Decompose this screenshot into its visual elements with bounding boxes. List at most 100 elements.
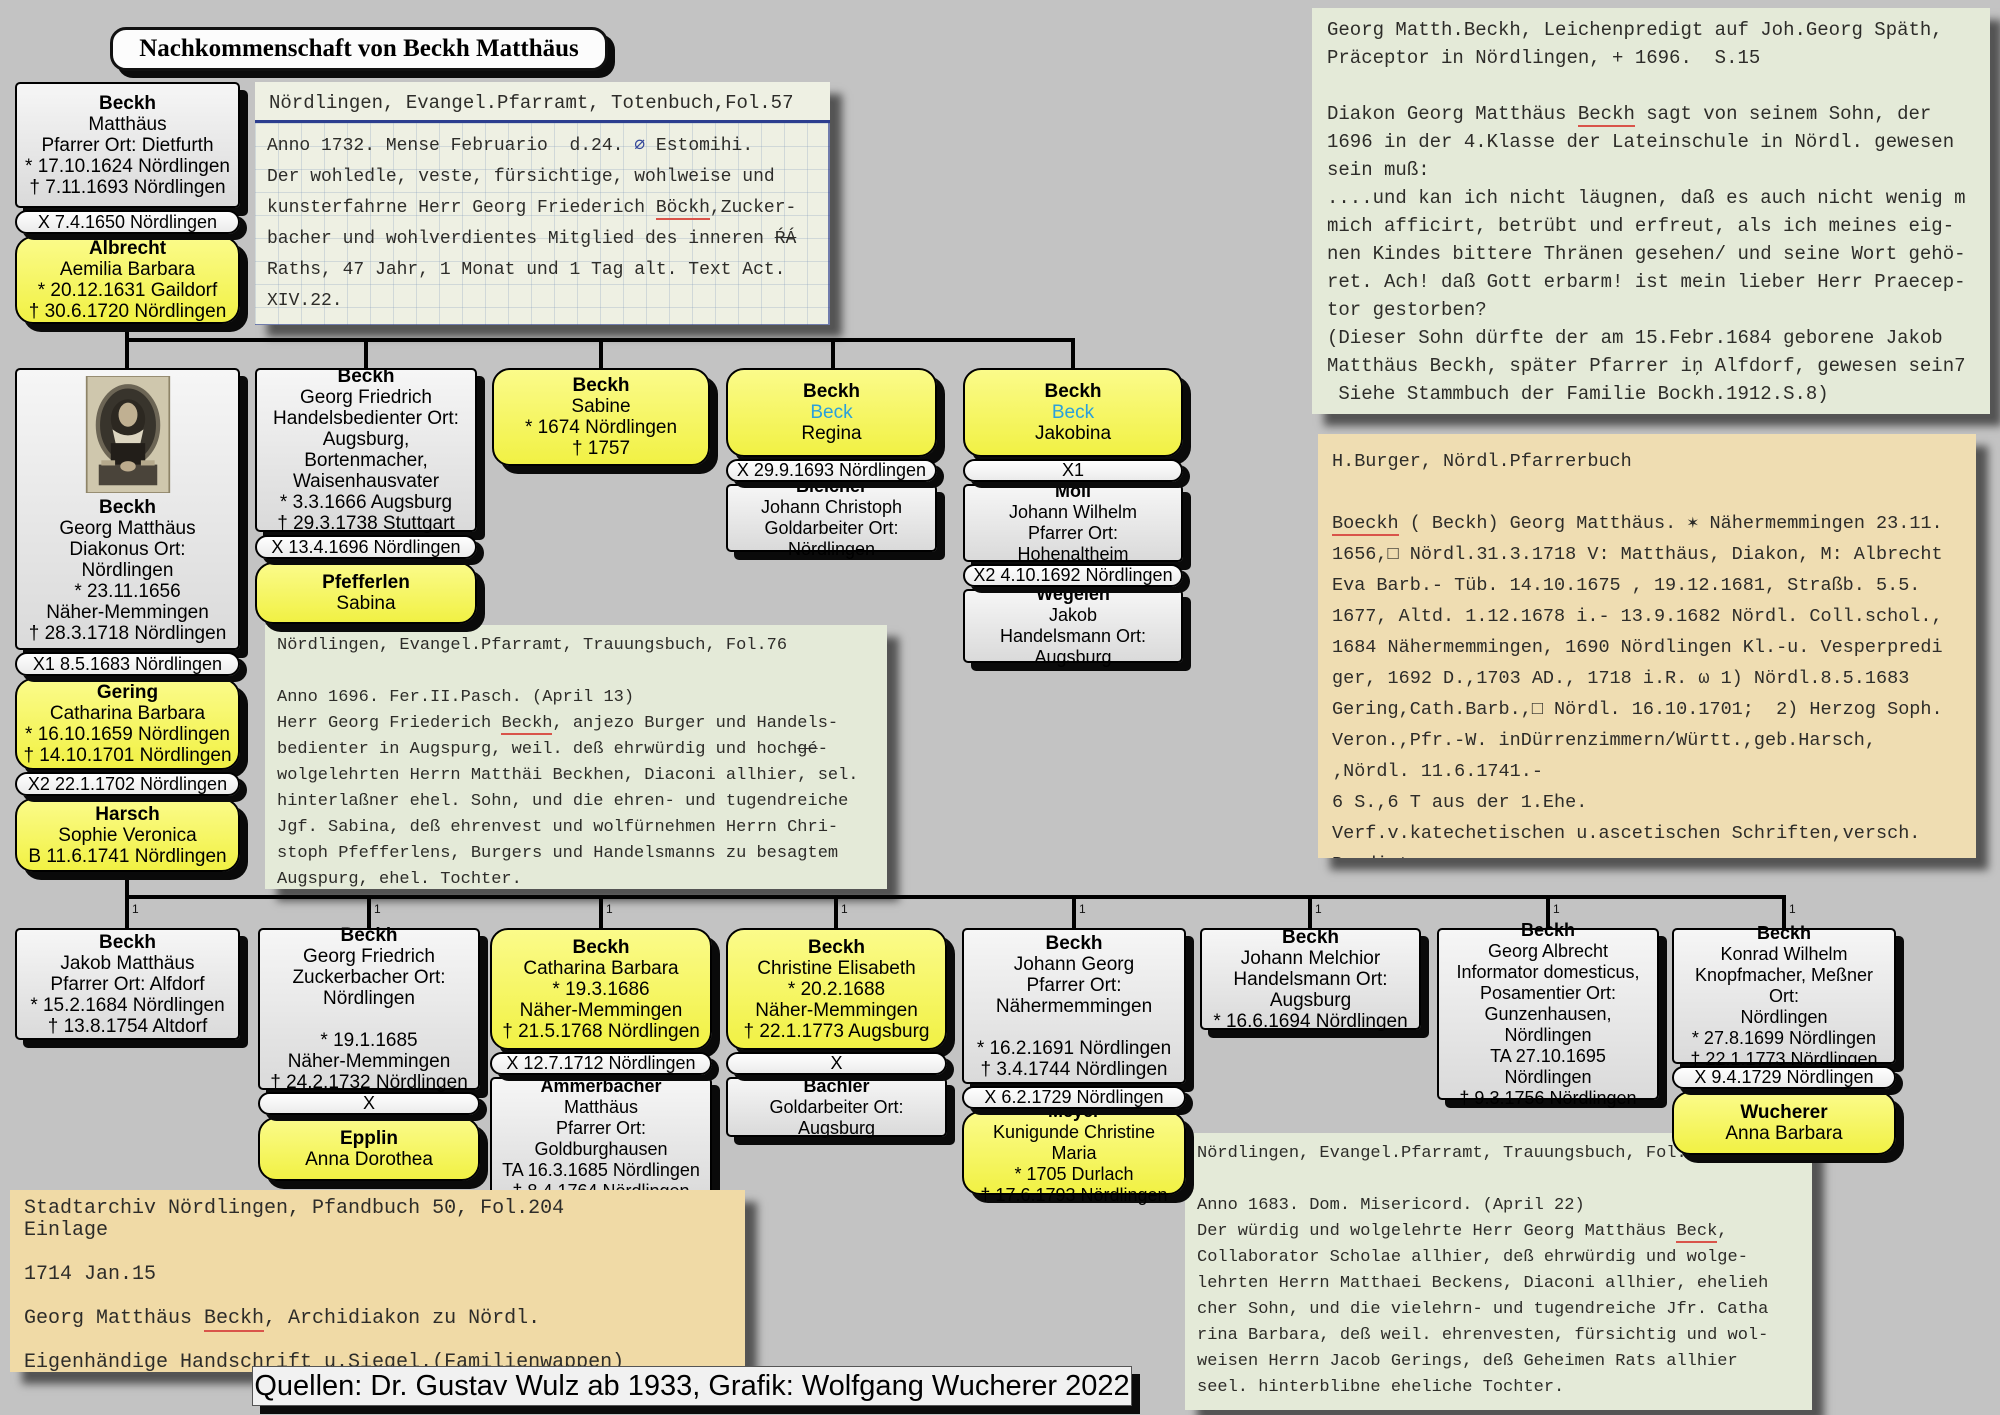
connector-drop	[1308, 895, 1312, 930]
surname: Beckh	[99, 497, 156, 518]
drop-number-label: 1	[1553, 902, 1560, 916]
surname: Pfefferlen	[322, 572, 410, 593]
person-details: Georg Friedrich Handelsbedienter Ort: Au…	[263, 387, 469, 534]
drop-number-label: 1	[132, 902, 139, 916]
person-card-beckh-jakobina: Beckh Beck Jakobina	[963, 368, 1183, 457]
person-card-beckh-johann-georg: Beckh Johann Georg Pfarrer Ort: Nähermem…	[962, 928, 1186, 1084]
person-card-beckh-jakob-matthaeus: Beckh Jakob Matthäus Pfarrer Ort: Alfdor…	[15, 928, 240, 1040]
drop-number-label: 1	[374, 902, 381, 916]
connector-drop	[125, 338, 129, 370]
person-card-beckh-regina: Beckh Beck Regina	[726, 368, 937, 457]
connector-drop	[125, 895, 129, 930]
surname-variant: Beck	[1052, 402, 1094, 423]
surname: Beckh	[337, 366, 394, 387]
surname: Ammerbacher	[540, 1076, 661, 1097]
person-card-baechler: Bächler Goldarbeiter Ort: Augsburg	[726, 1077, 947, 1137]
page-title: Nachkommenschaft von Beckh Matthäus	[110, 27, 608, 71]
person-card-bleicher-johann: Bleicher Johann Christoph Goldarbeiter O…	[726, 484, 937, 552]
marriage-pill-regina: X 29.9.1693 Nördlingen	[726, 459, 937, 482]
person-card-beckh-johann-melchior: Beckh Johann Melchior Handelsmann Ort: A…	[1200, 928, 1421, 1030]
person-details: Regina	[801, 423, 861, 444]
surname: Bächler	[803, 1076, 869, 1097]
surname: Beckh	[1045, 933, 1102, 954]
surname: Beckh	[99, 932, 156, 953]
connector-drop	[599, 338, 603, 370]
doc-leichenpredigt-excerpt: Georg Matth.Beckh, Leichenpredigt auf Jo…	[1312, 8, 1990, 414]
marriage-pill-gen1: X 7.4.1650 Nördlingen	[15, 210, 240, 234]
surname: Beckh	[1282, 927, 1339, 948]
person-card-gering-catharina: Gering Catharina Barbara * 16.10.1659 Nö…	[15, 678, 240, 770]
person-details: Anna Barbara	[1725, 1123, 1842, 1144]
person-details: Konrad Wilhelm Knopfmacher, Meßner Ort: …	[1680, 944, 1888, 1070]
marriage-pill-gm-1: X1 8.5.1683 Nördlingen	[15, 652, 240, 676]
doc-trauungsbuch-76-excerpt: Nördlingen, Evangel.Pfarramt, Trauungsbu…	[265, 625, 887, 889]
person-details: Catharina Barbara * 19.3.1686 Näher-Memm…	[502, 958, 700, 1042]
marriage-pill-jakobina-1: X1	[963, 459, 1183, 482]
person-details: Aemilia Barbara * 20.12.1631 Gaildorf † …	[29, 259, 227, 322]
doc-heading: Nördlingen, Evangel.Pfarramt, Totenbuch,…	[255, 82, 830, 123]
person-card-beckh-georg-friedrich: Beckh Georg Friedrich Handelsbedienter O…	[255, 368, 477, 532]
person-details: Catharina Barbara * 16.10.1659 Nördlinge…	[23, 703, 231, 766]
person-details: Christine Elisabeth * 20.2.1688 Näher-Me…	[744, 958, 930, 1042]
surname: Gering	[97, 682, 158, 703]
surname: Beckh	[572, 937, 629, 958]
drop-number-label: 1	[1079, 902, 1086, 916]
person-card-beckh-georg-albrecht: Beckh Georg Albrecht Informator domestic…	[1437, 928, 1659, 1100]
person-card-beckh-catharina: Beckh Catharina Barbara * 19.3.1686 Nähe…	[490, 928, 712, 1050]
marriage-pill-catharina: X 12.7.1712 Nördlingen	[490, 1052, 712, 1075]
drop-number-label: 1	[841, 902, 848, 916]
person-details: Jakob Matthäus Pfarrer Ort: Alfdorf * 15…	[30, 953, 224, 1037]
credits-caption: Quellen: Dr. Gustav Wulz ab 1933, Grafik…	[252, 1366, 1132, 1406]
marriage-pill-gm-2: X2 22.1.1702 Nördlingen	[15, 772, 240, 796]
marriage-pill-konrad: X 9.4.1729 Nördlingen	[1672, 1066, 1896, 1089]
person-details: Matthäus Pfarrer Ort: Goldburghausen TA …	[498, 1097, 704, 1202]
doc-stadtarchiv-excerpt: Stadtarchiv Nördlingen, Pfandbuch 50, Fo…	[10, 1190, 745, 1372]
connector-drop	[599, 895, 603, 930]
portrait-image	[80, 376, 176, 493]
doc-trauungsbuch-7-excerpt: Nördlingen, Evangel.Pfarramt, Trauungsbu…	[1185, 1133, 1812, 1410]
surname: Beckh	[1757, 923, 1811, 944]
person-card-ammerbacher-matthaeus: Ammerbacher Matthäus Pfarrer Ort: Goldbu…	[490, 1077, 712, 1201]
person-details: Johann Melchior Handelsmann Ort: Augsbur…	[1208, 948, 1413, 1032]
doc-totenbuch-excerpt: Nördlingen, Evangel.Pfarramt, Totenbuch,…	[255, 82, 830, 325]
person-card-beckh-christine: Beckh Christine Elisabeth * 20.2.1688 Nä…	[726, 928, 947, 1050]
drop-number-label: 1	[1789, 902, 1796, 916]
connector-drop	[834, 895, 838, 930]
person-card-beckh-matthaeus-sr: Beckh Matthäus Pfarrer Ort: Dietfurth * …	[15, 82, 240, 208]
person-details: Georg Matthäus Diakonus Ort: Nördlingen …	[23, 518, 232, 644]
person-details: Johann Christoph Goldarbeiter Ort: Nördl…	[734, 497, 929, 560]
surname: Albrecht	[89, 238, 166, 259]
person-card-beckh-georg-friedrich-jr: Beckh Georg Friedrich Zuckerbacher Ort: …	[258, 928, 480, 1090]
marriage-pill-gf2: X	[258, 1092, 480, 1115]
connector-drop	[1071, 338, 1075, 370]
marriage-pill-christine: X	[726, 1052, 947, 1075]
person-details: Goldarbeiter Ort: Augsburg	[734, 1097, 939, 1139]
drop-number-label: 1	[606, 902, 613, 916]
surname: Wegelen	[1036, 584, 1110, 605]
person-details: Johann Wilhelm Pfarrer Ort: Hohenaltheim	[971, 502, 1175, 565]
surname: Beckh	[808, 937, 865, 958]
person-card-beckh-sabine: Beckh Sabine * 1674 Nördlingen † 1757	[492, 368, 710, 466]
connector-drop	[831, 338, 835, 370]
surname: Beckh	[572, 375, 629, 396]
person-details: Georg Friedrich Zuckerbacher Ort: Nördli…	[266, 946, 472, 1093]
person-details: Jakobina	[1035, 423, 1111, 444]
surname: Beckh	[1521, 920, 1575, 941]
marriage-pill-johann-georg: X 6.2.1729 Nördlingen	[962, 1086, 1186, 1109]
surname: Beckh	[1044, 381, 1101, 402]
person-details: Georg Albrecht Informator domesticus, Po…	[1445, 941, 1651, 1109]
person-card-epplin-anna: Epplin Anna Dorothea	[258, 1117, 480, 1181]
person-details: Anna Dorothea	[305, 1149, 433, 1170]
person-details: Jakob Handelsmann Ort: Augsburg	[971, 605, 1175, 668]
person-details: Johann Georg Pfarrer Ort: Nähermemmingen…	[970, 954, 1178, 1080]
surname: Beckh	[803, 381, 860, 402]
person-card-moll-johann-wilhelm: Moll Johann Wilhelm Pfarrer Ort: Hohenal…	[963, 484, 1183, 562]
person-details: Kunigunde Christine Maria * 1705 Durlach…	[970, 1122, 1178, 1206]
surname: Beckh	[340, 925, 397, 946]
person-card-beckh-georg-matthaeus: Beckh Georg Matthäus Diakonus Ort: Nördl…	[15, 368, 240, 650]
person-card-harsch-sophie: Harsch Sophie Veronica B 11.6.1741 Nördl…	[15, 798, 240, 872]
genealogy-chart: Nachkommenschaft von Beckh Matthäus 1 1 …	[0, 0, 2000, 1415]
connector-bus-gen3	[125, 895, 1786, 899]
marriage-pill-jakobina-2: X2 4.10.1692 Nördlingen	[963, 564, 1183, 587]
person-card-pfefferlen-sabina: Pfefferlen Sabina	[255, 562, 477, 624]
